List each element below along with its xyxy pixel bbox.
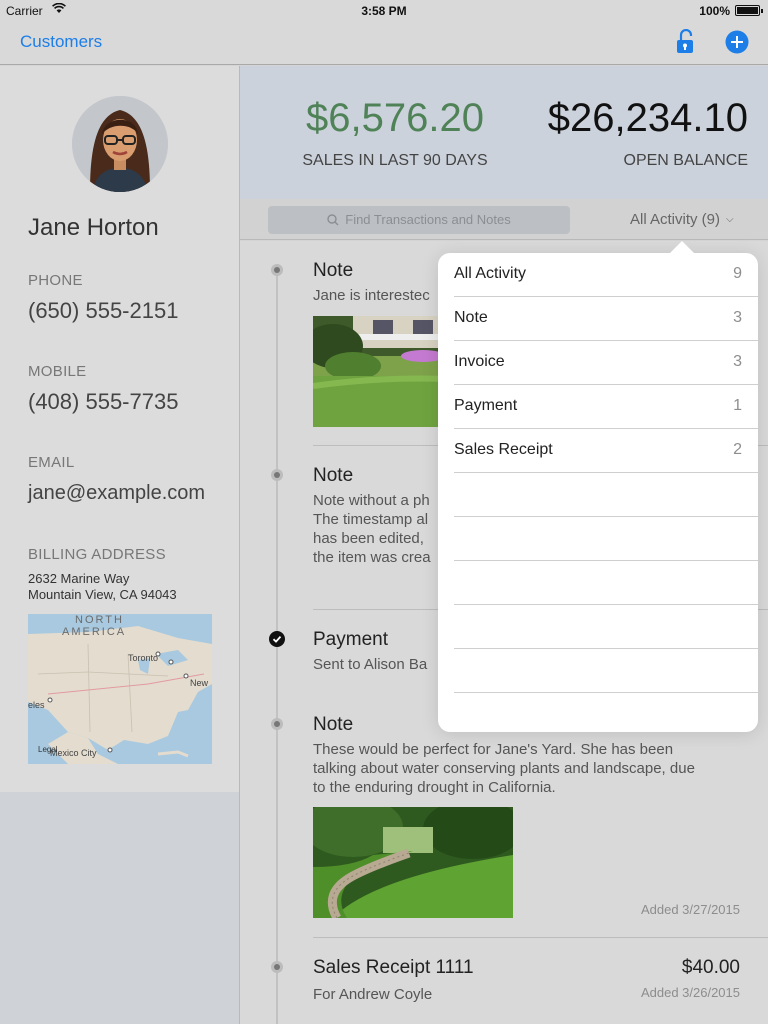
map-label-north: NORTH [75,614,124,626]
filter-option-label: Payment [454,397,518,414]
filter-option-count: 3 [733,353,742,370]
activity-filter-label: All Activity (9) [630,211,721,228]
chevron-down-icon: ⌵ [726,214,734,225]
empty-row [454,473,758,517]
customer-card: Jane Horton PHONE (650) 555-2151 MOBILE … [0,66,239,792]
search-icon [327,214,339,226]
customer-panel: Jane Horton PHONE (650) 555-2151 MOBILE … [0,66,239,1024]
filter-option-note[interactable]: Note 3 [454,297,758,341]
filter-option-invoice[interactable]: Invoice 3 [454,341,758,385]
mobile-label: MOBILE [28,363,87,380]
navigation-bar: Customers [0,22,768,65]
filter-option-count: 2 [733,441,742,458]
address-line-1: 2632 Marine Way [28,571,130,586]
entry-title: Sales Receipt 1111 [313,957,474,978]
filter-option-label: Invoice [454,353,505,370]
filter-option-sales-receipt[interactable]: Sales Receipt 2 [454,429,758,473]
search-placeholder: Find Transactions and Notes [345,212,511,227]
clock: 3:58 PM [361,4,407,18]
battery-percent: 100% [699,4,730,18]
customer-name: Jane Horton [28,214,159,241]
phone-value[interactable]: (650) 555-2151 [28,298,178,324]
activity-filter-popover: All Activity 9 Note 3 Invoice 3 Payment … [438,241,758,732]
customers-back-button[interactable]: Customers [20,32,102,52]
search-toolbar: Find Transactions and Notes All Activity… [240,199,768,240]
filter-option-label: Sales Receipt [454,441,553,458]
filter-option-label: All Activity [454,265,527,282]
entry-amount: $40.00 [681,957,740,978]
map-label-toronto: Toronto [128,653,158,663]
email-label: EMAIL [28,454,75,471]
address-line-2: Mountain View, CA 94043 [28,587,177,602]
check-circle-icon [269,631,285,647]
mobile-value[interactable]: (408) 555-7735 [28,389,178,415]
entry-date: Added 3/26/2015 [640,985,740,1000]
timeline-dot [271,718,283,730]
phone-label: PHONE [28,272,83,289]
map-label-america: AMERICA [62,626,126,638]
avatar [72,96,168,192]
timeline-entry-sales-receipt[interactable]: Sales Receipt 1111 For Andrew Coyle $40.… [313,957,740,1017]
filter-option-all-activity[interactable]: All Activity 9 [454,253,758,297]
filter-option-count: 9 [733,265,742,282]
timeline-dot [271,264,283,276]
filter-option-payment[interactable]: Payment 1 [454,385,758,429]
entry-date: Added 3/27/2015 [640,902,740,917]
timeline-dot [271,961,283,973]
empty-row [454,649,758,693]
open-balance-amount: $26,234.10 [547,96,748,140]
empty-row [454,605,758,649]
address-map[interactable]: NORTH AMERICA Toronto New eles Mexico Ci… [28,614,212,764]
empty-row [454,517,758,561]
filter-option-count: 1 [733,397,742,414]
entry-text-line: to the enduring drought in California. [313,779,556,796]
filter-option-label: Note [454,309,488,326]
sales-amount: $6,576.20 [306,96,484,140]
entry-separator [313,937,768,938]
sales-label: SALES IN LAST 90 DAYS [302,152,488,169]
status-bar: Carrier 3:58 PM 100% [0,0,768,22]
timeline-dot [271,469,283,481]
filter-option-count: 3 [733,309,742,326]
open-balance-label: OPEN BALANCE [623,152,748,169]
billing-address-label: BILLING ADDRESS [28,546,166,563]
map-label-new: New [190,678,209,688]
battery-icon [735,5,763,16]
add-circle-icon[interactable] [725,30,749,54]
unlock-icon[interactable] [674,28,698,55]
activity-filter-button[interactable]: All Activity (9) ⌵ [630,211,734,228]
map-label-eles: eles [28,700,45,710]
entry-text-line: These would be perfect for Jane's Yard. … [313,741,674,758]
email-value[interactable]: jane@example.com [28,482,205,505]
summary-header: $6,576.20 SALES IN LAST 90 DAYS $26,234.… [240,66,768,199]
timeline-entry-note-footer: Added 3/27/2015 [313,902,740,922]
search-input[interactable]: Find Transactions and Notes [268,206,570,234]
entry-text-line: talking about water conserving plants an… [313,760,695,777]
map-legal-link[interactable]: Legal [38,745,58,754]
empty-row [454,561,758,605]
